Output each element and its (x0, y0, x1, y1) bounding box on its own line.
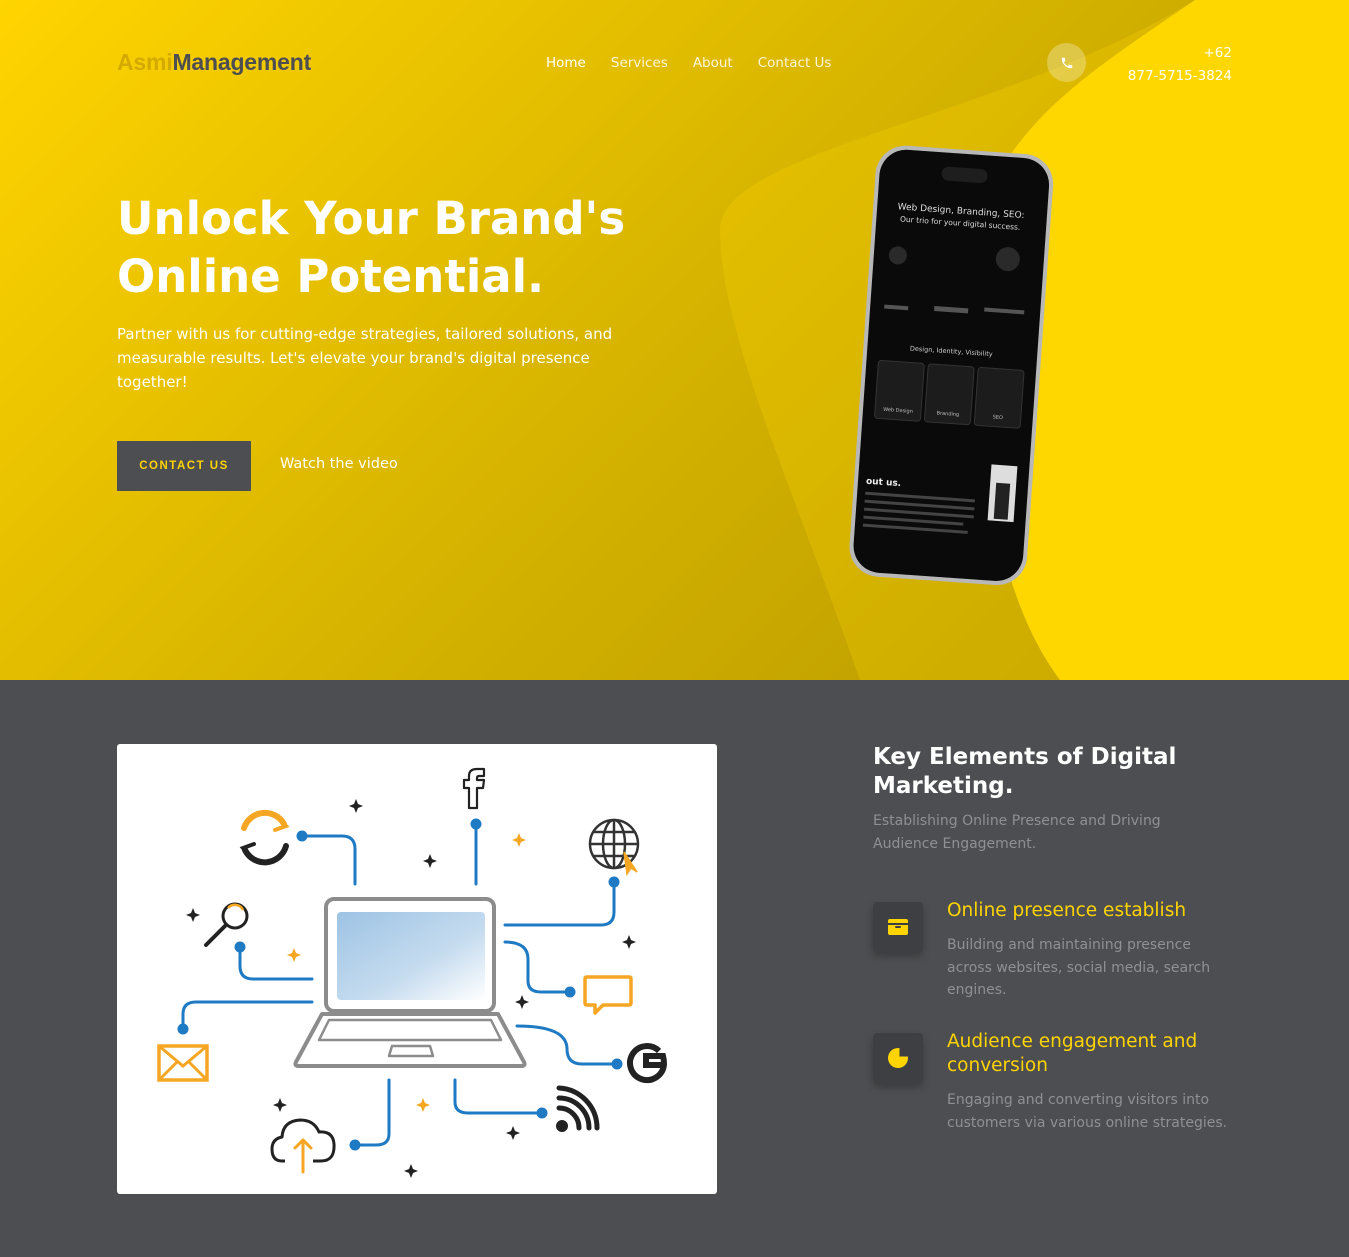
section-title: Key Elements of Digital Marketing. (873, 744, 1177, 799)
nav-home[interactable]: Home (546, 55, 586, 71)
phone-number-line2: 877-5715-3824 (1127, 68, 1232, 84)
feature-icon-box (873, 1033, 923, 1083)
sync-icon (239, 809, 290, 866)
cloud-upload-icon (270, 1118, 336, 1174)
phone-icon (1061, 57, 1072, 68)
phone-number-line1: +62 (1203, 45, 1233, 61)
feature-text: Building and maintaining presence across… (947, 937, 1211, 998)
chat-bubble-icon (583, 975, 633, 1015)
feature-icon-box (873, 902, 923, 952)
contact-us-button[interactable]: CONTACT US (117, 441, 251, 491)
feature-title: Online presence establish (947, 900, 1187, 921)
nav-services[interactable]: Services (611, 55, 668, 71)
nav-contact[interactable]: Contact Us (758, 55, 832, 71)
hero-subtitle: Partner with us for cutting-edge strateg… (117, 325, 613, 391)
brand-logo-part2: Management (172, 49, 312, 75)
google-icon (627, 1043, 668, 1083)
section-subtitle: Establishing Online Presence and Driving… (873, 813, 1161, 852)
network-illustration-svg (157, 767, 668, 1178)
pie-chart-icon (888, 1047, 908, 1068)
phone-screen-card-3: SEO (992, 414, 1003, 421)
hero-title: Unlock Your Brand's Online Potential. (117, 192, 626, 303)
email-icon (157, 1044, 209, 1082)
watch-video-link[interactable]: Watch the video (280, 456, 398, 472)
brand-logo-part1: Asmi (117, 49, 173, 75)
rss-icon (556, 1085, 600, 1132)
magnifier-icon (204, 902, 249, 947)
laptop-icon (293, 897, 527, 1068)
hero-section: AsmiManagement Home Services About Conta… (0, 0, 1349, 680)
main-nav: Home Services About Contact Us (546, 55, 831, 71)
phone-number[interactable]: +62 877-5715-3824 (1128, 42, 1232, 88)
digital-marketing-illustration (117, 744, 717, 1194)
brand-logo[interactable]: AsmiManagement (117, 49, 311, 76)
nav-about[interactable]: About (693, 55, 733, 71)
facebook-icon (462, 767, 486, 810)
feature-text: Engaging and converting visitors into cu… (947, 1092, 1228, 1131)
wallet-icon (888, 919, 908, 935)
globe-icon (588, 818, 640, 877)
phone-call-button[interactable] (1047, 43, 1086, 82)
feature-title: Audience engagement and conversion (947, 1031, 1198, 1076)
phone-mockup-image: Web Design, Branding, SEO: Our trio for … (849, 145, 1054, 586)
